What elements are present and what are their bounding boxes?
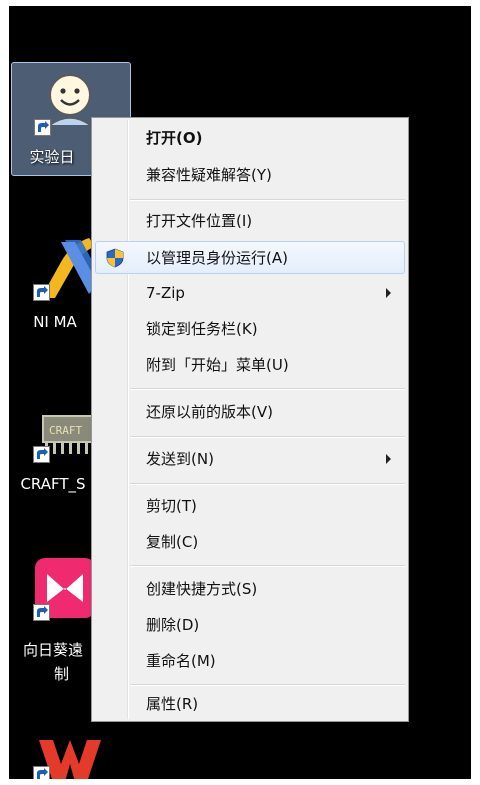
menu-item-properties[interactable]: 属性(R): [95, 688, 405, 721]
menu-item-label: 7-Zip: [146, 284, 185, 302]
menu-item-label: 属性(R): [146, 695, 199, 713]
shortcut-arrow-icon: [34, 119, 51, 136]
menu-separator: [130, 199, 405, 201]
menu-item-restore-previous[interactable]: 还原以前的版本(V): [95, 396, 405, 429]
menu-item-label: 打开文件位置(I): [146, 212, 253, 230]
desktop-icon-label: NI MA: [33, 313, 77, 331]
menu-separator: [130, 684, 405, 686]
menu-separator: [130, 436, 405, 438]
menu-item-send-to[interactable]: 发送到(N): [95, 443, 405, 476]
desktop-icon-label: 向日葵遠: [22, 641, 83, 659]
desktop: 实验日 NI MA CRAFT CRAFT_S 向日葵遠 制 打开(O) 兼容性…: [9, 6, 471, 779]
menu-item-label: 创建快捷方式(S): [146, 580, 258, 598]
submenu-arrow-icon: [386, 288, 391, 298]
menu-item-delete[interactable]: 删除(D): [95, 609, 405, 642]
menu-item-compat-troubleshoot[interactable]: 兼容性疑难解答(Y): [95, 159, 405, 192]
menu-item-rename[interactable]: 重命名(M): [95, 645, 405, 678]
menu-item-label: 剪切(T): [146, 497, 197, 515]
menu-item-label: 还原以前的版本(V): [146, 403, 273, 421]
menu-item-7zip[interactable]: 7-Zip: [95, 277, 405, 310]
shortcut-arrow-icon: [33, 446, 50, 463]
shortcut-arrow-icon: [33, 284, 50, 301]
menu-item-run-as-admin[interactable]: 以管理员身份运行(A): [95, 241, 405, 274]
menu-item-label: 复制(C): [146, 533, 199, 551]
menu-item-create-shortcut[interactable]: 创建快捷方式(S): [95, 573, 405, 606]
menu-item-pin-start[interactable]: 附到「开始」菜单(U): [95, 349, 405, 382]
menu-item-label: 兼容性疑难解答(Y): [146, 166, 272, 184]
desktop-icon-label: 实验日: [29, 148, 75, 166]
submenu-arrow-icon: [386, 454, 391, 464]
desktop-icon-wps[interactable]: [11, 732, 129, 779]
menu-item-open[interactable]: 打开(O): [95, 122, 405, 155]
menu-item-label: 锁定到任务栏(K): [146, 320, 258, 338]
menu-separator: [130, 388, 405, 390]
menu-item-label: 以管理员身份运行(A): [146, 249, 288, 267]
menu-separator: [130, 565, 405, 567]
menu-item-label: 发送到(N): [146, 450, 214, 468]
menu-separator: [130, 483, 405, 485]
shortcut-arrow-icon: [33, 766, 50, 779]
menu-item-label: 重命名(M): [146, 652, 216, 670]
context-menu: 打开(O) 兼容性疑难解答(Y) 打开文件位置(I) 以管理员身份运行(A) 7…: [91, 117, 409, 722]
menu-item-label: 打开(O): [146, 129, 203, 147]
menu-item-open-file-location[interactable]: 打开文件位置(I): [95, 205, 405, 238]
menu-item-pin-taskbar[interactable]: 锁定到任务栏(K): [95, 313, 405, 346]
menu-item-label: 删除(D): [146, 616, 200, 634]
menu-item-cut[interactable]: 剪切(T): [95, 490, 405, 523]
svg-text:CRAFT: CRAFT: [49, 424, 82, 437]
shortcut-arrow-icon: [33, 604, 50, 621]
menu-item-copy[interactable]: 复制(C): [95, 526, 405, 559]
uac-shield-icon: [106, 248, 124, 268]
desktop-icon-label: CRAFT_S: [20, 475, 86, 493]
menu-item-label: 附到「开始」菜单(U): [146, 356, 289, 374]
